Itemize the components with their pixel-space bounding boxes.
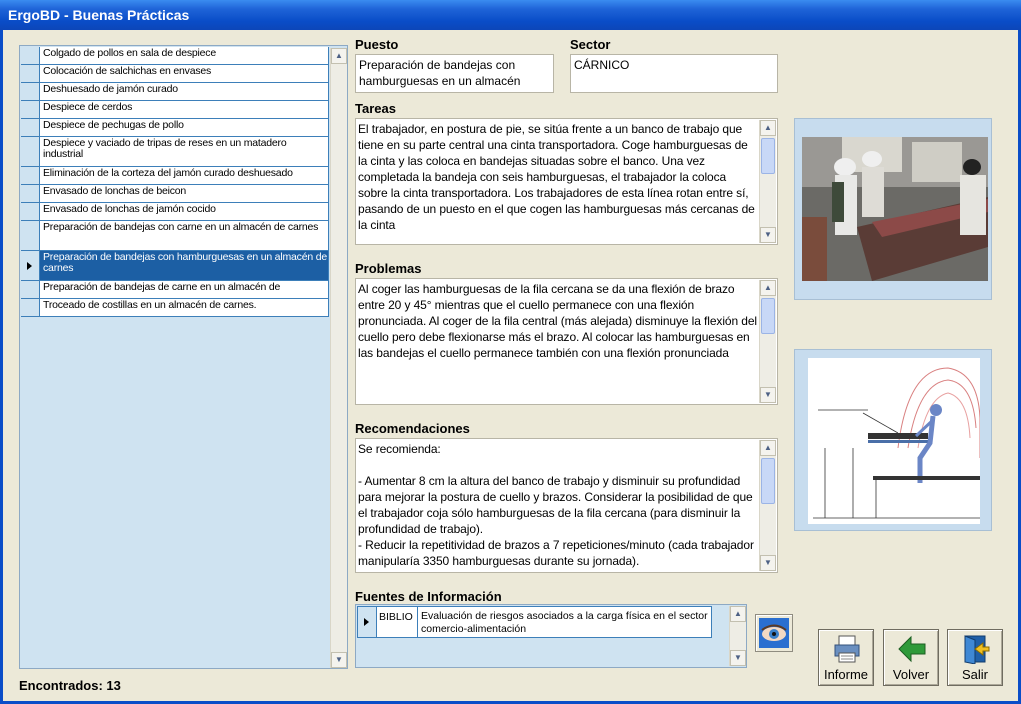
results-count: Encontrados: 13 xyxy=(19,678,121,693)
practice-list[interactable]: Colgado de pollos en sala de despiece Col… xyxy=(19,45,348,669)
row-pointer-icon xyxy=(364,618,369,626)
row-selector[interactable] xyxy=(21,65,40,82)
scroll-down-button[interactable]: ▼ xyxy=(760,387,776,403)
list-item-label: Despiece de cerdos xyxy=(43,101,133,113)
workplace-photo xyxy=(802,137,988,281)
sector-field[interactable]: CÁRNICO xyxy=(570,54,778,93)
list-item-label: Despiece de pechugas de pollo xyxy=(43,119,184,131)
title-bar: ErgoBD - Buenas Prácticas xyxy=(0,0,1021,30)
problemas-scrollbar[interactable]: ▲ ▼ xyxy=(759,280,776,403)
fuentes-row[interactable]: BIBLIO Evaluación de riesgos asociados a… xyxy=(357,606,712,638)
scroll-thumb[interactable] xyxy=(761,458,775,504)
fuentes-code: BIBLIO xyxy=(377,607,418,637)
volver-button[interactable]: Volver xyxy=(883,629,939,686)
list-item[interactable]: Envasado de lonchas de beicon xyxy=(21,185,329,203)
list-item-label: Envasado de lonchas de beicon xyxy=(43,185,187,197)
list-item[interactable]: Preparación de bandejas de carne en un a… xyxy=(21,281,329,299)
fuentes-label: Fuentes de Información xyxy=(355,589,502,604)
row-selector[interactable] xyxy=(21,83,40,100)
list-item-label: Deshuesado de jamón curado xyxy=(43,83,178,95)
scroll-down-button[interactable]: ▼ xyxy=(760,227,776,243)
scroll-up-button[interactable]: ▲ xyxy=(760,440,776,456)
list-item-label: Colocación de salchichas en envases xyxy=(43,65,212,77)
list-item[interactable]: Despiece de pechugas de pollo xyxy=(21,119,329,137)
eye-icon xyxy=(759,618,789,648)
list-item-label: Troceado de costillas en un almacén de c… xyxy=(43,299,257,311)
printer-icon xyxy=(834,635,860,663)
list-item[interactable]: Eliminación de la corteza del jamón cura… xyxy=(21,167,329,185)
view-source-button[interactable] xyxy=(755,614,793,652)
list-item[interactable]: Despiece de cerdos xyxy=(21,101,329,119)
scroll-down-button[interactable]: ▼ xyxy=(730,650,746,666)
recomendaciones-scrollbar[interactable]: ▲ ▼ xyxy=(759,440,776,571)
exit-door-icon xyxy=(964,635,990,664)
list-item-label: Despiece y vaciado de tripas de reses en… xyxy=(43,137,287,160)
row-selector[interactable] xyxy=(21,137,40,166)
window-title: ErgoBD - Buenas Prácticas xyxy=(8,7,190,23)
list-item[interactable]: Preparación de bandejas con hamburguesas… xyxy=(21,251,329,281)
row-selector[interactable] xyxy=(21,101,40,118)
scroll-up-button[interactable]: ▲ xyxy=(730,606,746,622)
tareas-label: Tareas xyxy=(355,101,396,116)
salir-button[interactable]: Salir xyxy=(947,629,1003,686)
list-item-label: Preparación de bandejas con carne en un … xyxy=(43,221,319,233)
row-selector[interactable] xyxy=(21,251,40,280)
list-item[interactable]: Envasado de lonchas de jamón cocido xyxy=(21,203,329,221)
list-item-label: Preparación de bandejas de carne en un a… xyxy=(43,281,281,293)
scroll-up-button[interactable]: ▲ xyxy=(760,120,776,136)
salir-label: Salir xyxy=(961,667,988,682)
list-item-label: Eliminación de la corteza del jamón cura… xyxy=(43,167,293,179)
scroll-up-button[interactable]: ▲ xyxy=(331,48,347,64)
recomendaciones-text: Se recomienda: - Aumentar 8 cm la altura… xyxy=(358,442,754,568)
row-selector[interactable] xyxy=(21,203,40,220)
recomendaciones-memo[interactable]: Se recomienda: - Aumentar 8 cm la altura… xyxy=(355,438,778,573)
fuentes-scrollbar[interactable]: ▲ ▼ xyxy=(729,606,746,666)
fuentes-desc: Evaluación de riesgos asociados a la car… xyxy=(421,610,708,635)
row-selector[interactable] xyxy=(21,221,40,250)
tareas-scrollbar[interactable]: ▲ ▼ xyxy=(759,120,776,243)
list-item[interactable]: Colgado de pollos en sala de despiece xyxy=(21,47,329,65)
informe-label: Informe xyxy=(823,667,869,682)
tareas-memo[interactable]: El trabajador, en postura de pie, se sit… xyxy=(355,118,778,245)
list-item[interactable]: Colocación de salchichas en envases xyxy=(21,65,329,83)
sector-label: Sector xyxy=(570,37,611,52)
row-selector[interactable] xyxy=(21,47,40,64)
list-item-label: Preparación de bandejas con hamburguesas… xyxy=(43,251,327,274)
list-item[interactable]: Deshuesado de jamón curado xyxy=(21,83,329,101)
workplace-photo-frame xyxy=(794,118,992,300)
row-selector[interactable] xyxy=(21,281,40,298)
list-item-label: Colgado de pollos en sala de despiece xyxy=(43,47,216,59)
fuentes-grid[interactable]: BIBLIO Evaluación de riesgos asociados a… xyxy=(355,604,747,668)
volver-label: Volver xyxy=(892,667,930,682)
recomendaciones-label: Recomendaciones xyxy=(355,421,470,436)
tareas-text: El trabajador, en postura de pie, se sit… xyxy=(358,122,755,232)
scroll-down-button[interactable]: ▼ xyxy=(760,555,776,571)
list-item-label: Envasado de lonchas de jamón cocido xyxy=(43,203,216,215)
scroll-up-button[interactable]: ▲ xyxy=(760,280,776,296)
informe-button[interactable]: Informe xyxy=(818,629,874,686)
row-selector[interactable] xyxy=(21,167,40,184)
scroll-down-button[interactable]: ▼ xyxy=(331,652,347,668)
row-pointer-icon xyxy=(27,262,32,270)
scroll-thumb[interactable] xyxy=(761,298,775,334)
row-selector[interactable] xyxy=(358,607,377,637)
posture-diagram-frame xyxy=(794,349,992,531)
row-selector[interactable] xyxy=(21,299,40,316)
problemas-label: Problemas xyxy=(355,261,422,276)
problemas-text: Al coger las hamburguesas de la fila cer… xyxy=(358,282,757,360)
posture-diagram xyxy=(808,358,980,524)
row-selector[interactable] xyxy=(21,119,40,136)
back-arrow-icon xyxy=(898,635,926,663)
puesto-field[interactable]: Preparación de bandejas con hamburguesas… xyxy=(355,54,554,93)
row-selector[interactable] xyxy=(21,185,40,202)
scroll-thumb[interactable] xyxy=(761,138,775,174)
list-scrollbar[interactable]: ▲ ▼ xyxy=(330,48,347,668)
puesto-label: Puesto xyxy=(355,37,399,52)
list-item[interactable]: Despiece y vaciado de tripas de reses en… xyxy=(21,137,329,167)
problemas-memo[interactable]: Al coger las hamburguesas de la fila cer… xyxy=(355,278,778,405)
list-item[interactable]: Troceado de costillas en un almacén de c… xyxy=(21,299,329,317)
list-item[interactable]: Preparación de bandejas con carne en un … xyxy=(21,221,329,251)
